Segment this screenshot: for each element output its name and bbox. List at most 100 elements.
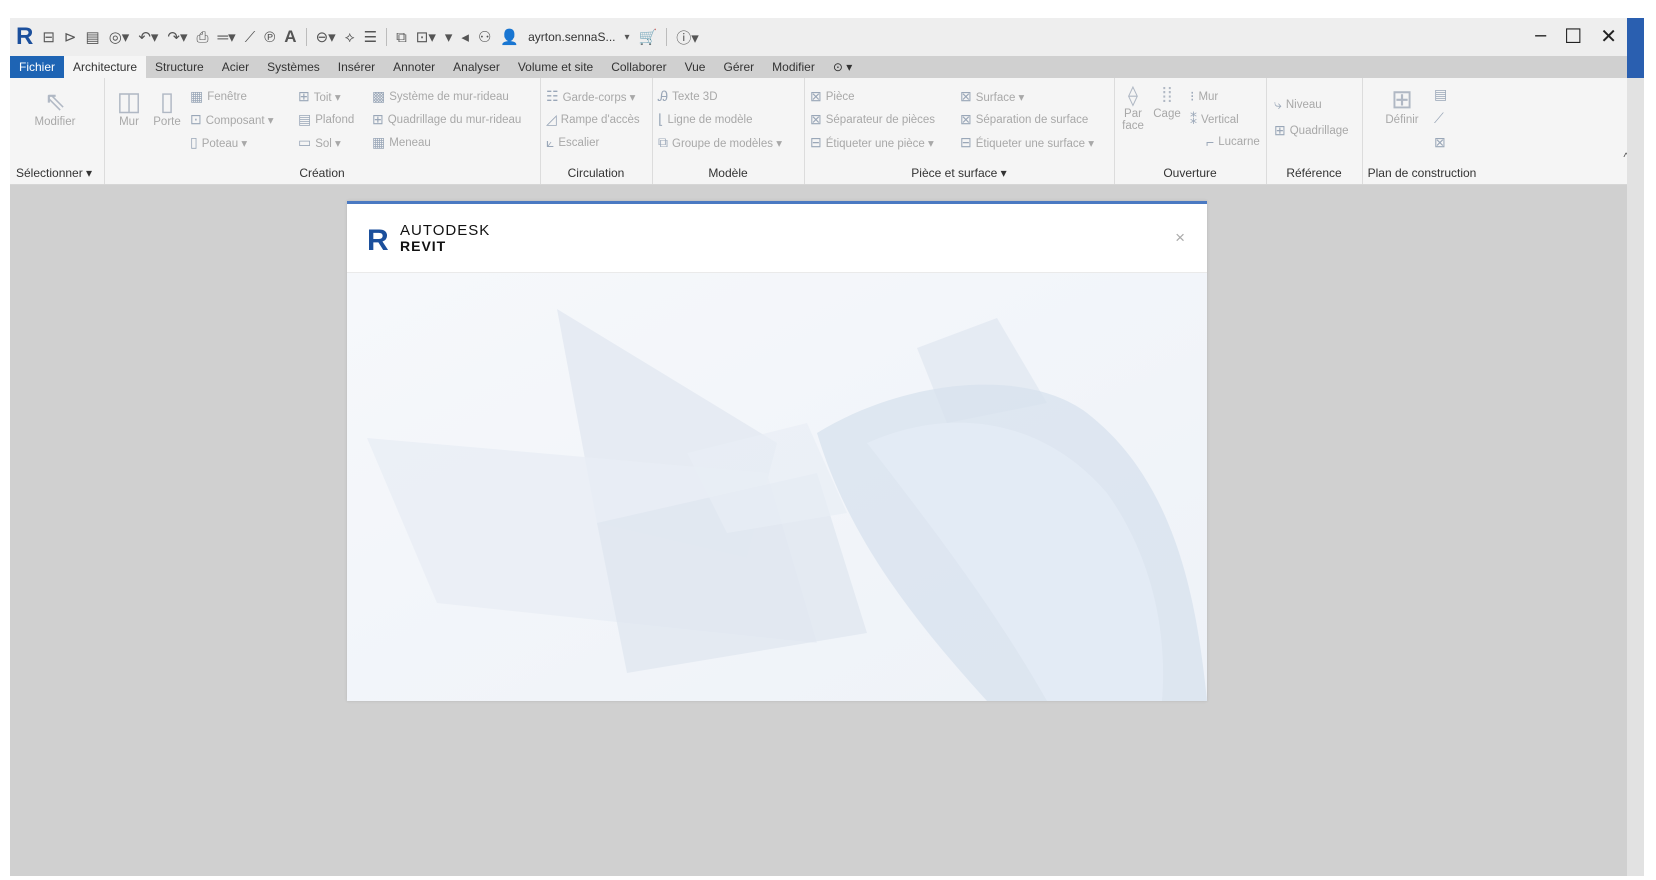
dormer-command[interactable]: ⌐ Lucarne: [1206, 134, 1260, 150]
view-3d-icon[interactable]: ⊖▾: [316, 28, 336, 46]
tag-area-icon: ⊟: [960, 134, 972, 150]
home-icon[interactable]: ⊟: [42, 28, 55, 46]
viewer-command[interactable]: ⊠: [1434, 134, 1446, 151]
component-command[interactable]: ⊡ Composant ▾: [190, 111, 274, 128]
panel-model: Ꭿ Texte 3D ⌊ Ligne de modèle ⧉ Groupe de mo…: [652, 78, 805, 184]
tab-gerer[interactable]: Gérer: [714, 56, 763, 78]
tag-room-command[interactable]: ⊟ Étiqueter une pièce ▾: [810, 134, 934, 151]
curtain-system-command[interactable]: ▩ Système de mur-rideau: [372, 88, 509, 105]
user-name[interactable]: ayrton.sennaS...: [528, 30, 615, 44]
tag-icon[interactable]: ℗: [264, 29, 275, 46]
collapse-left-icon[interactable]: ◂: [461, 28, 469, 46]
floor-command[interactable]: ▭ Sol ▾: [298, 134, 341, 151]
roof-command[interactable]: ⊞ Toit ▾: [298, 88, 341, 105]
tab-vue[interactable]: Vue: [676, 56, 715, 78]
railing-command[interactable]: ☷ Garde-corps ▾: [546, 88, 635, 105]
panel-select: ⇖ Modifier Sélectionner ▾: [10, 78, 105, 184]
tab-inserer[interactable]: Insérer: [329, 56, 384, 78]
ribbon: ⇖ Modifier Sélectionner ▾ ◫ Mur ▯ Porte …: [10, 78, 1627, 185]
minimize-button[interactable]: ‒: [1535, 24, 1546, 49]
tab-collaborer[interactable]: Collaborer: [602, 56, 675, 78]
show-workplane-command[interactable]: ▤: [1434, 86, 1447, 103]
grid-icon: ⊞: [1274, 122, 1286, 138]
window-command[interactable]: ▦ Fenêtre: [190, 88, 247, 105]
undo-icon[interactable]: ↶▾: [138, 28, 158, 46]
splash-close-button[interactable]: ×: [1175, 228, 1185, 248]
level-command[interactable]: ⤷ Niveau: [1274, 96, 1322, 113]
area-command[interactable]: ⊠ Surface ▾: [960, 88, 1024, 105]
customize-icon[interactable]: ▾: [445, 28, 453, 46]
tab-modifier[interactable]: Modifier: [763, 56, 824, 78]
curtain-system-label: Système de mur-rideau: [389, 90, 509, 103]
close-hidden-icon[interactable]: ⧉: [396, 29, 407, 46]
panel-select-title[interactable]: Sélectionner ▾: [10, 166, 104, 180]
save-icon[interactable]: ▤: [86, 28, 100, 46]
room-separator-icon: ⊠: [810, 111, 822, 127]
column-command[interactable]: ▯ Poteau ▾: [190, 134, 247, 151]
tag-area-command[interactable]: ⊟ Étiqueter une surface ▾: [960, 134, 1094, 151]
tab-systemes[interactable]: Systèmes: [258, 56, 329, 78]
print-icon[interactable]: ⎙: [197, 29, 209, 46]
brand-revit: REVIT: [400, 238, 447, 254]
shaft-button[interactable]: ⁞⁞ Cage: [1152, 84, 1182, 120]
close-button[interactable]: ✕: [1600, 24, 1617, 49]
toolbar-separator: [386, 28, 388, 46]
measure-icon[interactable]: ═▾: [218, 28, 236, 46]
toolbar-separator: [666, 28, 668, 46]
revit-app-menu-icon[interactable]: R: [16, 23, 33, 51]
help-icon[interactable]: ⓘ▾: [676, 27, 699, 48]
section-icon[interactable]: ⟡: [345, 29, 355, 46]
model-group-label: Groupe de modèles ▾: [672, 137, 782, 150]
curtain-grid-command[interactable]: ⊞ Quadrillage du mur-rideau: [372, 111, 521, 128]
tag-area-label: Étiqueter une surface ▾: [975, 137, 1095, 150]
area-label: Surface ▾: [975, 91, 1025, 104]
model-line-command[interactable]: ⌊ Ligne de modèle: [658, 111, 753, 128]
room-separator-command[interactable]: ⊠ Séparateur de pièces: [810, 111, 935, 128]
dimension-icon[interactable]: ⟋: [245, 29, 256, 46]
text-icon[interactable]: A: [284, 27, 296, 47]
maximize-button[interactable]: ☐: [1564, 24, 1582, 49]
sync-icon[interactable]: ◎▾: [109, 28, 130, 46]
switch-windows-icon[interactable]: ⊡▾: [416, 28, 436, 46]
ref-plane-command[interactable]: ⟋: [1434, 110, 1444, 127]
grid-label: Quadrillage: [1289, 124, 1349, 137]
redo-icon[interactable]: ↷▾: [167, 28, 187, 46]
curtain-system-icon: ▩: [372, 88, 386, 104]
user-icon[interactable]: 👤: [500, 28, 519, 46]
model-group-command[interactable]: ⧉ Groupe de modèles ▾: [658, 134, 782, 151]
tab-volume-et-site[interactable]: Volume et site: [509, 56, 602, 78]
tab-fichier[interactable]: Fichier: [10, 56, 65, 78]
ramp-command[interactable]: ◿ Rampe d'accès: [546, 111, 640, 128]
wall-opening-command[interactable]: ⁝ Mur: [1190, 88, 1218, 105]
tab-structure[interactable]: Structure: [146, 56, 213, 78]
ceiling-command[interactable]: ▤ Plafond: [298, 111, 354, 128]
tab-contextual-dropdown[interactable]: ⊙ ▾: [824, 56, 861, 78]
panel-workplane: ⊞ Définir ▤ ⟋ ⊠ Plan de construction: [1362, 78, 1482, 184]
set-workplane-button[interactable]: ⊞ Définir: [1380, 84, 1424, 126]
tab-analyser[interactable]: Analyser: [444, 56, 509, 78]
panel-opening-title: Ouverture: [1163, 166, 1217, 180]
thin-lines-icon[interactable]: ☰: [364, 28, 377, 46]
user-dropdown-icon[interactable]: ▾: [624, 32, 629, 43]
binoculars-icon[interactable]: ⚇: [478, 28, 491, 46]
grid-command[interactable]: ⊞ Quadrillage: [1274, 122, 1349, 139]
open-icon[interactable]: ⊳: [64, 28, 77, 46]
railing-icon: ☷: [546, 88, 559, 104]
panel-room-area-title[interactable]: Pièce et surface ▾: [804, 166, 1114, 180]
room-command[interactable]: ⊠ Pièce: [810, 88, 855, 105]
modify-button[interactable]: ⇖ Modifier: [20, 86, 90, 128]
ceiling-label: Plafond: [315, 113, 355, 126]
tab-annoter[interactable]: Annoter: [384, 56, 444, 78]
text3d-command[interactable]: Ꭿ Texte 3D: [658, 88, 718, 105]
tab-acier[interactable]: Acier: [213, 56, 258, 78]
tab-architecture[interactable]: Architecture: [64, 56, 147, 78]
by-face-button[interactable]: ⟠ Par face: [1118, 84, 1148, 132]
mullion-command[interactable]: ▦ Meneau: [372, 134, 431, 151]
area-boundary-command[interactable]: ⊠ Séparation de surface: [960, 111, 1088, 128]
stair-command[interactable]: ⟀ Escalier: [546, 134, 599, 151]
vertical-opening-command[interactable]: ⁑ Vertical: [1190, 111, 1239, 128]
door-button[interactable]: ▯ Porte: [150, 86, 184, 128]
cart-icon[interactable]: 🛒: [639, 28, 658, 46]
level-icon: ⤷: [1274, 96, 1282, 112]
wall-button[interactable]: ◫ Mur: [112, 86, 146, 128]
